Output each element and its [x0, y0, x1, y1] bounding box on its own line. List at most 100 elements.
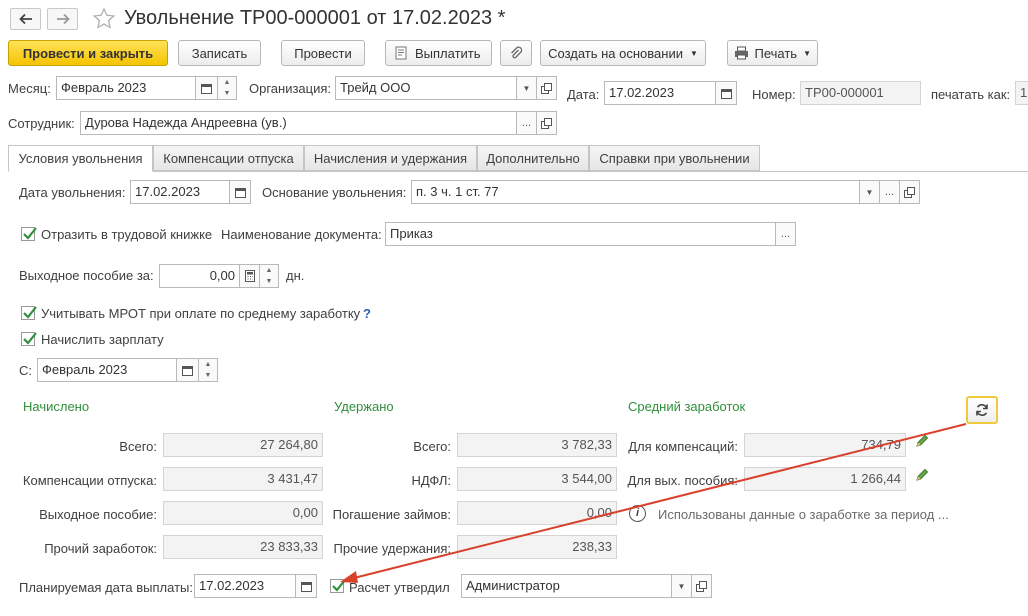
avg-severance-label: Для вых. пособия: — [627, 473, 738, 488]
arrow-left-icon — [18, 13, 32, 25]
planned-pay-date-label: Планируемая дата выплаты: — [19, 580, 193, 595]
organization-field[interactable]: Трейд ООО — [335, 76, 517, 100]
dismissal-date-field[interactable]: 17.02.2023 — [130, 180, 230, 204]
severance-days-field[interactable]: 0,00 — [159, 264, 240, 288]
average-info-link[interactable]: Использованы данные о заработке за перио… — [658, 507, 949, 523]
calendar-button[interactable] — [195, 76, 218, 100]
back-button[interactable] — [10, 8, 41, 30]
withheld-total-label: Всего: — [413, 439, 451, 454]
avg-compensation-label: Для компенсаций: — [628, 439, 738, 454]
employee-select-button[interactable]: ... — [516, 111, 537, 135]
number-field: ТР00-000001 — [800, 81, 921, 105]
document-icon — [395, 46, 407, 60]
dismissal-basis-field[interactable]: п. 3 ч. 1 ст. 77 — [411, 180, 860, 204]
print-as-label: печатать как: — [931, 87, 1011, 102]
post-and-close-button[interactable]: Провести и закрыть — [8, 40, 168, 66]
post-button[interactable]: Провести — [281, 40, 365, 66]
mrot-label: Учитывать МРОТ при оплате по среднему за… — [41, 306, 361, 321]
tab-additional[interactable]: Дополнительно — [477, 145, 589, 171]
tab-divider — [8, 171, 1028, 172]
attach-button[interactable] — [500, 40, 532, 66]
avg-severance-value: 1 266,44 — [744, 467, 906, 491]
edit-pencil-icon[interactable] — [914, 433, 930, 452]
calculator-icon — [244, 270, 255, 282]
calendar-button[interactable] — [715, 81, 737, 105]
dismissal-basis-select-button[interactable]: ... — [879, 180, 900, 204]
vacation-compensation-label: Компенсации отпуска: — [22, 473, 157, 488]
mrot-checkbox[interactable] — [21, 306, 37, 320]
open-link-icon — [904, 186, 915, 198]
document-name-select-button[interactable]: ... — [775, 222, 796, 246]
severance-unit: дн. — [286, 268, 305, 283]
dismissal-basis-dropdown[interactable]: ▼ — [859, 180, 880, 204]
print-as-field[interactable]: 1 — [1015, 81, 1028, 105]
edit-pencil-icon[interactable] — [914, 467, 930, 486]
approved-label: Расчет утвердил — [349, 580, 450, 595]
other-deductions-value: 238,33 — [457, 535, 617, 559]
tab-vacation-compensation[interactable]: Компенсации отпуска — [153, 145, 304, 171]
tab-dismissal-conditions[interactable]: Условия увольнения — [8, 145, 153, 172]
severance-spinner[interactable]: ▲ ▼ — [259, 264, 279, 288]
arrow-right-icon — [56, 13, 70, 25]
create-based-on-button[interactable]: Создать на основании ▼ — [540, 40, 706, 66]
open-link-icon — [541, 82, 552, 94]
tab-accruals-deductions[interactable]: Начисления и удержания — [304, 145, 477, 171]
checkmark-icon — [23, 332, 37, 345]
other-earnings-value: 23 833,33 — [163, 535, 323, 559]
calculator-button[interactable] — [239, 264, 260, 288]
dismissal-basis-open-button[interactable] — [899, 180, 920, 204]
planned-pay-date-field[interactable]: 17.02.2023 — [194, 574, 296, 598]
checkmark-icon — [332, 579, 346, 592]
refresh-button[interactable] — [966, 396, 998, 424]
severance-pay-value: 0,00 — [163, 501, 323, 525]
severance-label: Выходное пособие за: — [19, 268, 154, 283]
organization-label: Организация: — [249, 81, 332, 96]
income-tax-value: 3 544,00 — [457, 467, 617, 491]
approved-checkbox[interactable] — [330, 579, 346, 593]
number-label: Номер: — [752, 87, 796, 102]
calendar-button[interactable] — [229, 180, 251, 204]
print-button-label: Печать — [754, 45, 798, 61]
forward-button[interactable] — [47, 8, 78, 30]
vacation-compensation-value: 3 431,47 — [163, 467, 323, 491]
calendar-icon — [300, 581, 312, 592]
employee-open-button[interactable] — [536, 111, 557, 135]
from-month-spinner[interactable]: ▲ ▼ — [198, 358, 218, 382]
calendar-button[interactable] — [176, 358, 199, 382]
open-link-icon — [696, 580, 707, 592]
date-field[interactable]: 17.02.2023 — [604, 81, 716, 105]
checkmark-icon — [23, 306, 37, 319]
dropdown-arrow-icon: ▼ — [689, 48, 698, 58]
favorite-star-icon[interactable] — [92, 7, 116, 34]
approver-dropdown[interactable]: ▼ — [671, 574, 692, 598]
workbook-checkbox[interactable] — [21, 227, 37, 241]
mrot-help-link[interactable]: ? — [363, 306, 371, 322]
checkmark-icon — [23, 227, 37, 240]
employee-field[interactable]: Дурова Надежда Андреевна (ув.) — [80, 111, 517, 135]
paperclip-icon — [511, 46, 523, 59]
organization-dropdown[interactable]: ▼ — [516, 76, 537, 100]
month-spinner[interactable]: ▲ ▼ — [217, 76, 237, 100]
calendar-button[interactable] — [295, 574, 317, 598]
printer-icon — [735, 46, 748, 60]
severance-pay-label: Выходное пособие: — [39, 507, 157, 522]
calendar-icon — [182, 365, 193, 376]
pay-button[interactable]: Выплатить — [385, 40, 492, 66]
approver-open-button[interactable] — [691, 574, 712, 598]
from-month-field[interactable]: Февраль 2023 — [37, 358, 177, 382]
document-name-field[interactable]: Приказ — [385, 222, 776, 246]
withheld-total-value: 3 782,33 — [457, 433, 617, 457]
organization-open-button[interactable] — [536, 76, 557, 100]
save-button[interactable]: Записать — [178, 40, 261, 66]
info-icon: i — [629, 505, 646, 522]
print-button[interactable]: Печать ▼ — [727, 40, 818, 66]
month-field[interactable]: Февраль 2023 — [56, 76, 196, 100]
loan-repayment-value: 0,00 — [457, 501, 617, 525]
approver-field[interactable]: Администратор — [461, 574, 672, 598]
accrued-total-label: Всего: — [119, 439, 157, 454]
dropdown-arrow-icon: ▼ — [865, 187, 874, 197]
accrue-salary-checkbox[interactable] — [21, 332, 37, 346]
create-based-on-label: Создать на основании — [548, 45, 683, 61]
tab-dismissal-certificates[interactable]: Справки при увольнении — [589, 145, 760, 171]
month-label: Месяц: — [8, 81, 51, 96]
